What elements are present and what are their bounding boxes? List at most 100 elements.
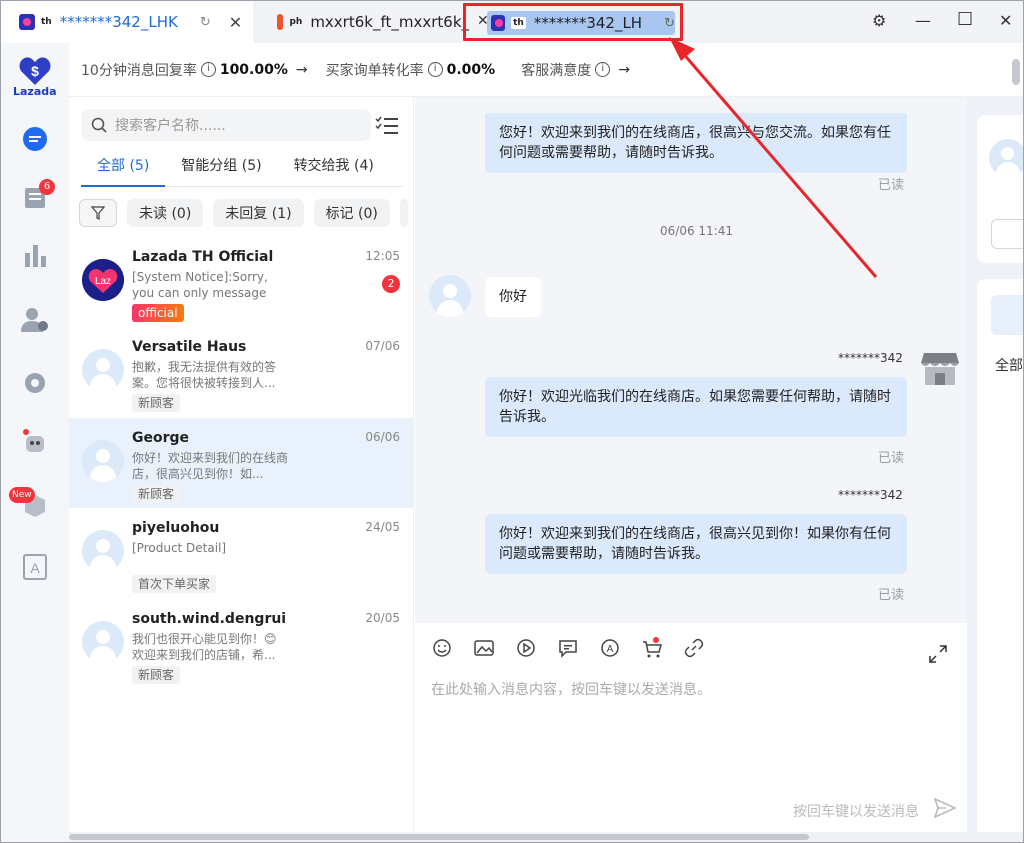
tab-all[interactable]: 全部 (5) <box>81 155 166 187</box>
send-icon[interactable] <box>933 797 957 819</box>
conversation-name: south.wind.dengrui <box>132 611 287 627</box>
conversation-time: 06/06 <box>365 430 400 444</box>
conversation-item[interactable]: Versatile Haus 07/06 抱歉，我无法提供有效的答案。您将很快被… <box>69 327 414 417</box>
shopee-logo-icon <box>277 14 284 30</box>
conversation-name: piyeluohou <box>132 520 220 536</box>
customer-tag: 首次下单买家 <box>132 575 217 593</box>
translate-nav-icon[interactable]: A <box>21 553 49 581</box>
search-icon <box>91 117 107 133</box>
robot-assistant-icon[interactable] <box>21 429 49 457</box>
filter-funnel-icon[interactable] <box>79 199 117 227</box>
conversation-item[interactable]: south.wind.dengrui 20/05 我们也很开心能见到你！😊 欢迎… <box>69 599 414 689</box>
unread-badge: 2 <box>382 275 400 293</box>
info-icon[interactable]: i <box>200 62 216 77</box>
window-close-icon[interactable]: ✕ <box>999 11 1012 30</box>
conversation-name: George <box>132 430 190 446</box>
message-input[interactable]: 在此处输入消息内容，按回车键以发送消息。 <box>431 679 711 699</box>
horizontal-scrollbar[interactable] <box>69 832 1023 842</box>
conversation-time: 12:05 <box>365 249 400 263</box>
conversation-preview: 你好！欢迎来到我们的在线商店，很高兴见到你！如... <box>132 451 289 481</box>
message-bubble-outgoing: 你好！欢迎来到我们的在线商店，很高兴见到你！如果你有任何问题或需要帮助，请随时告… <box>485 514 907 574</box>
minimize-icon[interactable]: — <box>915 11 931 30</box>
expand-icon[interactable] <box>929 645 947 663</box>
conversation-time: 07/06 <box>365 339 400 353</box>
annotation-highlight-box <box>463 3 683 41</box>
customer-info-panel: 全部 <box>967 97 1023 842</box>
tab-smart-group[interactable]: 智能分组 (5) <box>165 155 277 187</box>
avatar <box>82 621 124 663</box>
refresh-icon[interactable]: ↻ <box>200 15 211 30</box>
chip-unread[interactable]: 未读 (0) <box>127 199 204 227</box>
svg-text:Laz: Laz <box>95 276 111 287</box>
tab-all-orders[interactable]: 全部 <box>995 355 1023 375</box>
tab-store-2[interactable]: ph mxxrt6k_ft_mxxrt6k_ <box>259 1 469 43</box>
app-logo-label: Lazada <box>13 85 57 98</box>
conversion-value: 0.00% <box>446 61 496 78</box>
send-hint: 按回车键以发送消息 <box>793 804 919 820</box>
lazada-logo-icon <box>19 14 35 30</box>
orders-filter-box[interactable] <box>991 295 1023 335</box>
chat-messages-area: 您好！欢迎来到我们的在线商店，很高兴与您交流。如果您有任何问题或需要帮助，请随时… <box>415 97 967 623</box>
maximize-icon[interactable]: ☐ <box>957 9 973 30</box>
reply-rate-label: 10分钟消息回复率 <box>81 62 197 79</box>
lazada-heart-logo: $ <box>19 57 51 85</box>
conversation-item[interactable]: George 06/06 你好！欢迎来到我们的在线商店，很高兴见到你！如... … <box>69 418 414 508</box>
chip-unreplied[interactable]: 未回复 (1) <box>213 199 304 227</box>
composer-toolbar: A <box>431 637 705 659</box>
svg-text:A: A <box>607 644 614 655</box>
conversation-tabs: 全部 (5) 智能分组 (5) 转交给我 (4) <box>81 155 403 187</box>
settings-gear-icon[interactable]: ⚙ <box>872 11 886 30</box>
app-rail: $ Lazada 6 New A <box>1 43 69 842</box>
close-icon[interactable]: ✕ <box>229 13 242 32</box>
settings-nav-icon[interactable] <box>21 369 49 397</box>
search-input[interactable]: 搜索客户名称...... <box>81 109 371 141</box>
read-status: 已读 <box>878 588 905 603</box>
arrow-right-icon[interactable]: → <box>618 62 630 78</box>
conversion-label: 买家询单转化率 <box>325 62 424 79</box>
shop-avatar-icon <box>921 353 959 385</box>
avatar <box>82 440 124 482</box>
quick-reply-icon[interactable] <box>557 637 579 659</box>
chip-marked[interactable]: 标记 (0) <box>313 199 390 227</box>
sender-name: *******342 <box>838 351 903 365</box>
emoji-icon[interactable] <box>431 637 453 659</box>
date-separator: 06/06 11:41 <box>660 224 733 238</box>
avatar <box>82 530 124 572</box>
new-feature-icon[interactable]: New <box>9 487 49 519</box>
chip-more[interactable] <box>399 199 408 227</box>
cart-icon[interactable] <box>641 637 663 659</box>
conversation-item[interactable]: piyeluohou 24/05 [Product Detail] 首次下单买家 <box>69 508 414 598</box>
tab-store-1[interactable]: th *******342_LHK ↻ ✕ <box>1 1 253 43</box>
message-bubble-incoming: 你好 <box>485 277 541 317</box>
arrow-right-icon[interactable]: → <box>296 62 308 78</box>
conversation-name: Versatile Haus <box>132 339 247 355</box>
svg-text:$: $ <box>31 63 39 79</box>
image-icon[interactable] <box>473 637 495 659</box>
filter-chips: 未读 (0) 未回复 (1) 标记 (0) <box>79 199 408 227</box>
video-icon[interactable] <box>515 637 537 659</box>
orders-nav-icon[interactable]: 6 <box>21 179 55 211</box>
list-filter-icon[interactable] <box>375 115 399 139</box>
translate-icon[interactable]: A <box>599 637 621 659</box>
chat-nav-icon[interactable] <box>21 125 49 153</box>
analytics-nav-icon[interactable] <box>21 241 49 269</box>
title-bar: th *******342_LHK ↻ ✕ ph mxxrt6k_ft_mxxr… <box>1 1 1023 43</box>
tab-transferred[interactable]: 转交给我 (4) <box>278 155 390 187</box>
customer-tag: 新顾客 <box>132 485 181 503</box>
customer-action-button[interactable] <box>991 219 1023 249</box>
info-icon[interactable]: i <box>427 62 443 77</box>
orders-badge: 6 <box>39 179 55 195</box>
search-placeholder: 搜索客户名称...... <box>115 118 226 134</box>
tab-label: mxxrt6k_ft_mxxrt6k_ <box>310 13 469 31</box>
customer-settings-nav-icon[interactable] <box>21 305 49 333</box>
customer-tag: official <box>132 304 184 322</box>
satisfaction-label: 客服满意度 <box>521 62 592 79</box>
stats-scroll-handle[interactable] <box>1009 51 1023 91</box>
sender-name: *******342 <box>838 488 903 502</box>
customer-tag: 新顾客 <box>132 666 181 684</box>
link-icon[interactable] <box>683 637 705 659</box>
conversation-preview: 抱歉，我无法提供有效的答案。您将很快被转接到人... <box>132 360 277 390</box>
conversation-item[interactable]: Laz Lazada TH Official 12:05 [System Not… <box>69 237 414 327</box>
info-icon[interactable]: i <box>595 62 611 77</box>
message-composer: A 在此处输入消息内容，按回车键以发送消息。 按回车键以发送消息 <box>415 623 967 842</box>
